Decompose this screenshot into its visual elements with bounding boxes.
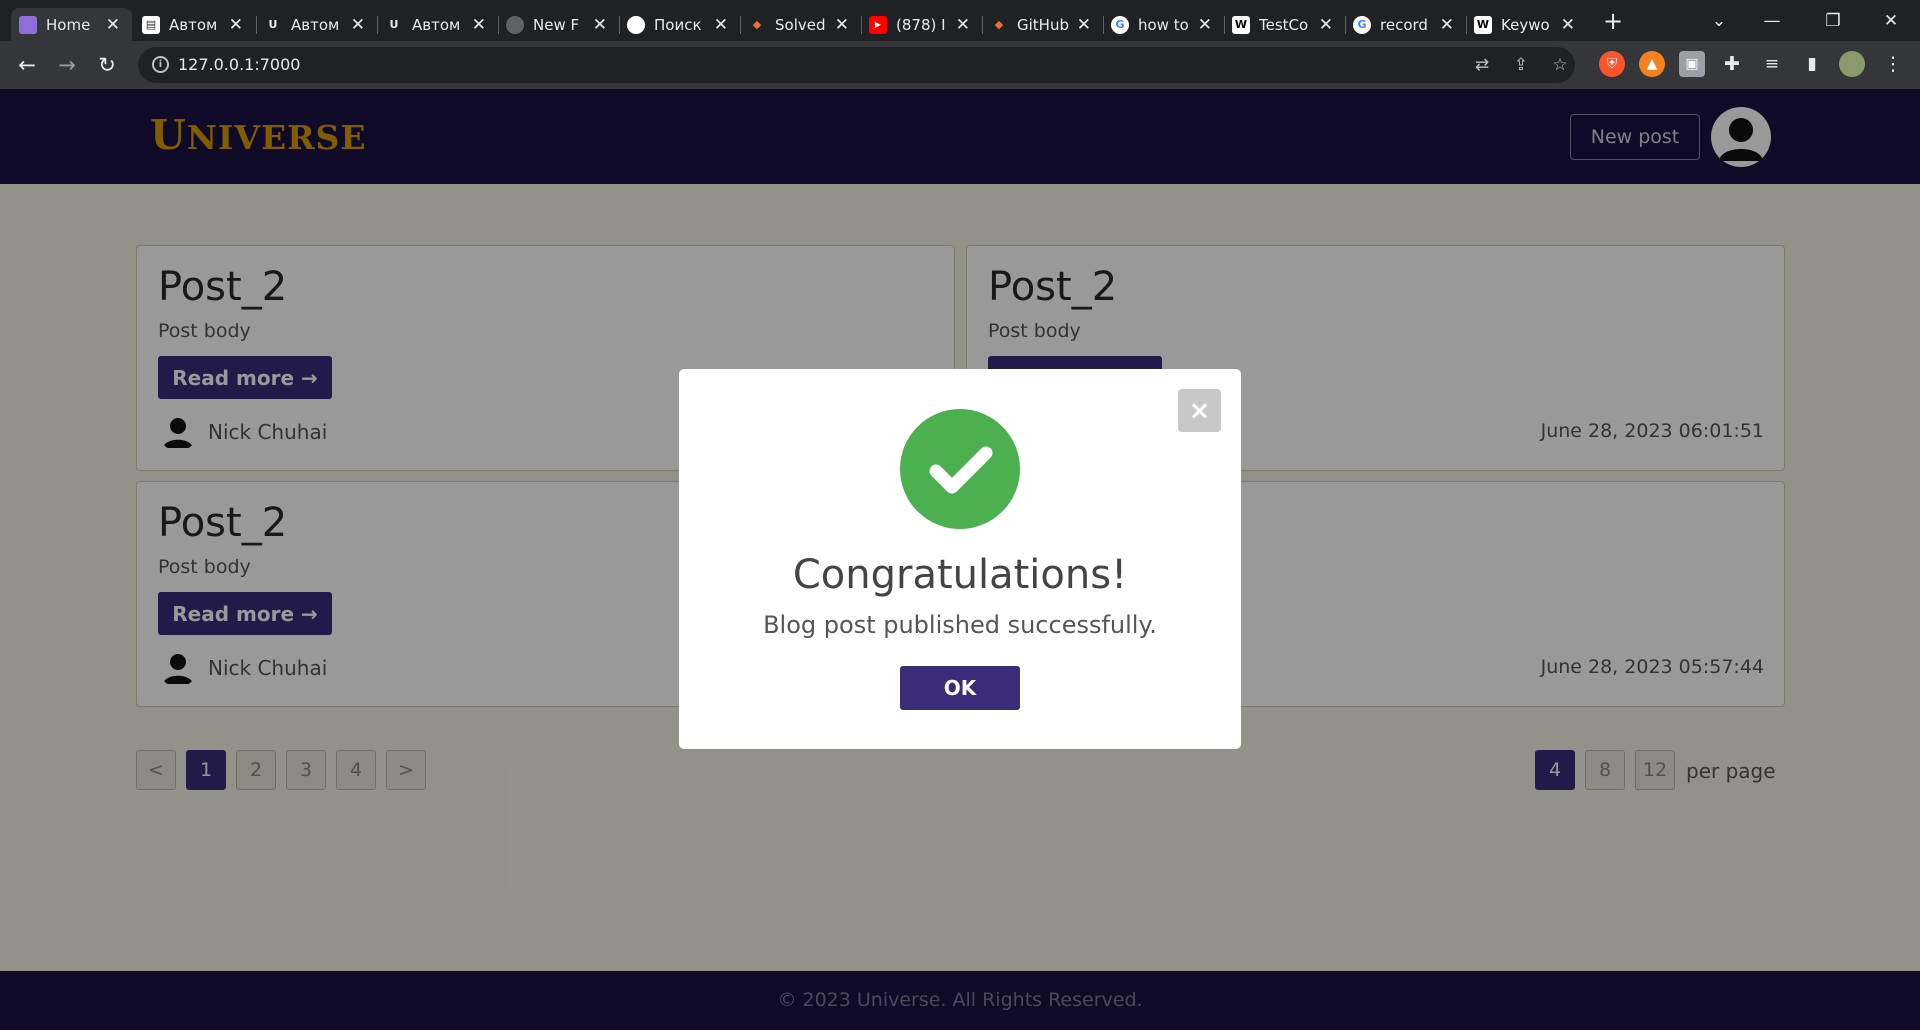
tab-title: GitHub (1017, 15, 1069, 34)
close-tab-icon[interactable]: ✕ (351, 15, 365, 35)
doc-favicon-icon: ▤ (142, 15, 160, 34)
new-tab-button[interactable]: + (1600, 7, 1626, 35)
window-close-icon[interactable]: ✕ (1866, 0, 1916, 41)
profile-avatar-icon[interactable] (1839, 51, 1865, 77)
close-tab-icon[interactable]: ✕ (229, 15, 243, 35)
tab-search-icon[interactable]: ⌄ (1694, 0, 1744, 41)
success-check-icon (900, 409, 1020, 529)
tab-title: Solved (775, 15, 826, 34)
bookmark-star-icon[interactable]: ☆ (1549, 54, 1571, 76)
url-text[interactable]: 127.0.0.1:7000 (178, 55, 300, 74)
browser-tab[interactable]: W Keywo ✕ (1466, 8, 1587, 41)
orange-extension-icon[interactable]: ▲ (1639, 51, 1665, 77)
close-tab-icon[interactable]: ✕ (593, 15, 607, 35)
browser-tab[interactable]: ▤ Автом ✕ (134, 8, 255, 41)
success-dialog: × Congratulations! Blog post published s… (679, 369, 1241, 749)
browser-tab[interactable]: G how to ✕ (1103, 8, 1224, 41)
browser-tab[interactable]: ▶ (878) I ✕ (861, 8, 982, 41)
ok-button[interactable]: OK (900, 666, 1020, 710)
tab-title: Keywo (1501, 15, 1550, 34)
translate-icon[interactable]: ⇄ (1471, 54, 1493, 76)
dialog-message: Blog post published successfully. (763, 611, 1157, 639)
browser-tab[interactable]: G record ✕ (1345, 8, 1466, 41)
close-tab-icon[interactable]: ✕ (106, 15, 120, 35)
gitlab-favicon-icon: ◆ (994, 18, 1004, 31)
tab-title: (878) I (896, 15, 946, 34)
browser-tab[interactable]: U Автом ✕ (256, 8, 377, 41)
youtube-favicon-icon: ▶ (869, 15, 887, 34)
close-tab-icon[interactable]: ✕ (1077, 15, 1091, 35)
close-tab-icon[interactable]: ✕ (1198, 15, 1212, 35)
browser-tab[interactable]: Поиск ✕ (619, 8, 740, 41)
media-control-icon[interactable]: ≡ (1759, 51, 1785, 77)
restore-icon[interactable]: ❐ (1808, 0, 1858, 41)
umx-favicon-icon: U (268, 18, 278, 31)
tab-title: New F (533, 15, 580, 34)
google-favicon-icon: G (1111, 15, 1129, 34)
google-favicon-icon: G (1353, 15, 1371, 34)
tab-title: Автом (169, 15, 218, 34)
browser-tabstrip: Home ✕ ▤ Автом ✕ U Автом ✕ U Автом ✕ New… (0, 0, 1920, 41)
tab-title: TestCo (1259, 15, 1309, 34)
dialog-close-button[interactable]: × (1178, 389, 1221, 432)
gray-extension-icon[interactable]: ▣ (1679, 51, 1705, 77)
brave-extension-icon[interactable]: ⛨ (1599, 51, 1625, 77)
minimize-icon[interactable]: — (1747, 0, 1797, 41)
browser-tab[interactable]: W TestCo ✕ (1224, 8, 1345, 41)
github-favicon-icon (627, 15, 645, 34)
tab-title: Поиск (654, 15, 702, 34)
close-tab-icon[interactable]: ✕ (956, 15, 970, 35)
browser-tab[interactable]: ◆ Solved ✕ (740, 8, 861, 41)
tab-title: Автом (412, 15, 461, 34)
close-tab-icon[interactable]: ✕ (1440, 15, 1454, 35)
close-tab-icon[interactable]: ✕ (835, 15, 849, 35)
universe-favicon-icon (19, 15, 37, 34)
tab-title: Home (46, 15, 91, 34)
puzzle-extensions-icon[interactable]: ✚ (1719, 51, 1745, 77)
side-panel-icon[interactable]: ▮ (1799, 51, 1825, 77)
close-tab-icon[interactable]: ✕ (1561, 15, 1575, 35)
reload-icon[interactable]: ↻ (93, 51, 121, 79)
forward-icon[interactable]: → (53, 51, 81, 79)
site-info-icon[interactable]: i (152, 56, 169, 73)
browser-tab[interactable]: New F ✕ (498, 8, 619, 41)
checkmark-icon (929, 446, 993, 494)
web-page: UNIVERSE New post Post_2 Post body Read … (0, 89, 1920, 1030)
address-bar[interactable]: i 127.0.0.1:7000 ⇄ ⇪ ☆ (138, 47, 1575, 83)
wikipedia-favicon-icon: W (1232, 15, 1250, 34)
dialog-title: Congratulations! (792, 552, 1128, 598)
tab-title: record (1380, 15, 1428, 34)
wikipedia-favicon-icon: W (1474, 15, 1492, 34)
browser-tab[interactable]: Home ✕ (11, 8, 132, 41)
tab-title: Автом (291, 15, 340, 34)
gitlab-favicon-icon: ◆ (752, 18, 762, 31)
browser-tab[interactable]: ◆ GitHub ✕ (982, 8, 1103, 41)
share-icon[interactable]: ⇪ (1510, 54, 1532, 76)
back-icon[interactable]: ← (13, 51, 41, 79)
umx-favicon-icon: U (389, 18, 399, 31)
browser-tab[interactable]: U Автом ✕ (377, 8, 498, 41)
close-tab-icon[interactable]: ✕ (714, 15, 728, 35)
browser-toolbar: ← → ↻ i 127.0.0.1:7000 ⇄ ⇪ ☆ ⛨ ▲ ▣ ✚ ≡ ▮… (0, 41, 1920, 89)
tab-title: how to (1138, 15, 1189, 34)
close-tab-icon[interactable]: ✕ (1319, 15, 1333, 35)
github-favicon-icon (506, 15, 524, 34)
browser-menu-icon[interactable]: ⋮ (1880, 51, 1906, 77)
close-tab-icon[interactable]: ✕ (472, 15, 486, 35)
